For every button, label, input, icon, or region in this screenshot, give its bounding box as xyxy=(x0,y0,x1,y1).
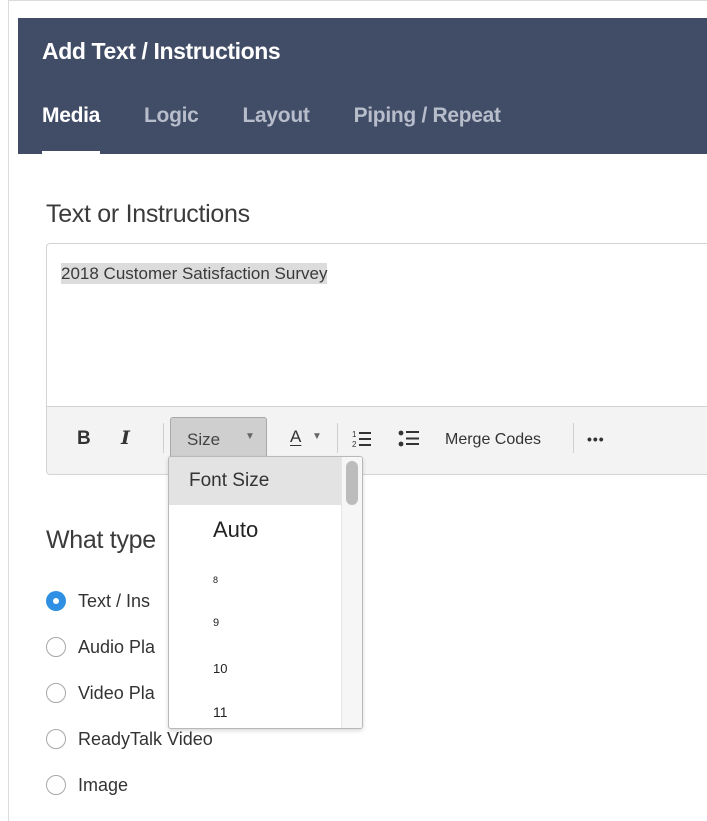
text-color-icon: A xyxy=(290,427,302,446)
toolbar-divider xyxy=(337,423,338,453)
tab-bar: Media Logic Layout Piping / Repeat xyxy=(42,104,545,154)
editor-toolbar: B I Size ▼ A ▼ 1 2 Merge Codes ••• xyxy=(47,406,707,474)
radio-icon[interactable] xyxy=(46,729,66,749)
font-size-dropdown: Font Size Auto 8 9 10 11 xyxy=(168,456,363,729)
toolbar-divider xyxy=(163,423,164,453)
radio-icon[interactable] xyxy=(46,775,66,795)
font-size-option-9[interactable]: 9 xyxy=(213,617,219,629)
dialog-title: Add Text / Instructions xyxy=(42,38,281,64)
tab-layout[interactable]: Layout xyxy=(243,104,310,128)
svg-text:1: 1 xyxy=(352,430,357,439)
dropdown-scrollbar[interactable] xyxy=(341,457,362,728)
editor-content[interactable]: 2018 Customer Satisfaction Survey xyxy=(61,263,328,284)
tab-media[interactable]: Media xyxy=(42,104,100,154)
toolbar-divider xyxy=(573,423,574,453)
merge-codes-button[interactable]: Merge Codes xyxy=(445,431,541,449)
radio-icon[interactable] xyxy=(46,637,66,657)
font-size-option-auto[interactable]: Auto xyxy=(213,517,258,543)
italic-button[interactable]: I xyxy=(121,427,130,449)
bold-button[interactable]: B xyxy=(77,428,91,450)
radio-icon[interactable] xyxy=(46,683,66,703)
font-size-dropdown-header: Font Size xyxy=(169,457,341,505)
tab-logic[interactable]: Logic xyxy=(144,104,199,128)
font-size-option-8[interactable]: 8 xyxy=(213,575,218,585)
rich-text-editor[interactable]: 2018 Customer Satisfaction Survey B I Si… xyxy=(46,243,707,475)
font-size-label: Size xyxy=(187,430,221,449)
option-label: Image xyxy=(78,774,129,795)
caret-down-icon: ▼ xyxy=(245,431,255,442)
option-image[interactable]: Image xyxy=(46,762,213,808)
option-label: Text / Ins xyxy=(78,590,151,611)
panel-border-left xyxy=(8,10,9,821)
more-options-button[interactable]: ••• xyxy=(587,431,605,447)
font-size-option-10[interactable]: 10 xyxy=(213,661,227,676)
question-type-title: What type xyxy=(46,526,156,554)
tab-piping-repeat[interactable]: Piping / Repeat xyxy=(354,104,501,128)
selected-text[interactable]: 2018 Customer Satisfaction Survey xyxy=(61,263,328,284)
option-label: ReadyTalk Video xyxy=(78,728,213,749)
caret-down-icon: ▼ xyxy=(312,431,322,442)
option-label: Video Pla xyxy=(78,682,155,703)
option-label: Audio Pla xyxy=(78,636,156,657)
svg-text:2: 2 xyxy=(352,440,357,449)
bullet-list-icon[interactable] xyxy=(398,429,420,449)
panel-frame xyxy=(8,0,707,10)
text-color-button[interactable]: A ▼ xyxy=(288,421,328,451)
text-section-title: Text or Instructions xyxy=(46,200,250,228)
font-size-button[interactable]: Size ▼ xyxy=(170,417,267,461)
numbered-list-icon[interactable]: 1 2 xyxy=(352,429,372,449)
scrollbar-thumb[interactable] xyxy=(346,461,358,505)
font-size-option-11[interactable]: 11 xyxy=(213,704,228,720)
dialog-header: Add Text / Instructions Media Logic Layo… xyxy=(18,18,707,154)
radio-checked-icon[interactable] xyxy=(46,591,66,611)
